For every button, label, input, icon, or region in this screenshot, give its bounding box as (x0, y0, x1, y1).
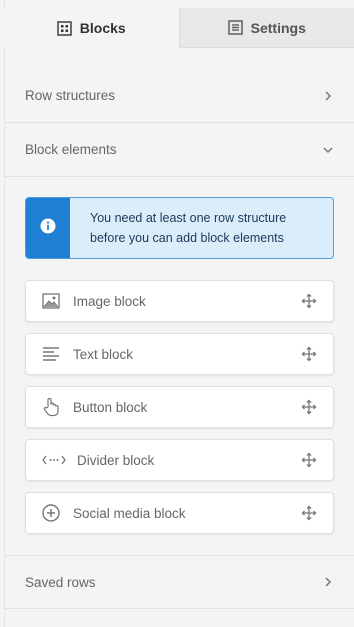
move-icon[interactable] (300, 292, 318, 310)
accordion-block-elements[interactable]: Block elements (4, 123, 354, 177)
accordion-saved-rows-label: Saved rows (25, 574, 96, 590)
tab-blocks[interactable]: Blocks (4, 8, 180, 48)
divider-block-label: Divider block (77, 452, 155, 468)
button-block[interactable]: Button block (25, 386, 334, 428)
move-icon[interactable] (300, 504, 318, 522)
info-icon (40, 218, 56, 239)
accordion-block-elements-label: Block elements (25, 142, 117, 157)
move-icon[interactable] (300, 398, 318, 416)
social-media-block-label: Social media block (73, 505, 186, 521)
info-alert-side (26, 198, 70, 258)
text-block-label: Text block (73, 346, 134, 362)
pointer-icon (41, 397, 61, 417)
accordion-row-structures-label: Row structures (25, 88, 116, 103)
divider-block[interactable]: Divider block (25, 439, 334, 481)
text-block[interactable]: Text block (25, 333, 334, 375)
list-icon (227, 20, 243, 35)
divider-line (4, 608, 354, 609)
info-alert-line-1: You need at least one row structure (90, 211, 287, 225)
tab-blocks-label: Blocks (79, 20, 126, 36)
move-icon[interactable] (300, 451, 318, 469)
info-alert-text: You need at least one row structure befo… (70, 198, 296, 258)
image-icon (41, 291, 61, 311)
info-alert: You need at least one row structure befo… (25, 197, 334, 259)
plus-circle-icon (41, 503, 61, 523)
tab-settings[interactable]: Settings (179, 8, 354, 48)
divider-icon (41, 450, 67, 470)
chevron-right-icon (322, 576, 334, 588)
info-alert-line-2: before you can add block elements (90, 231, 284, 245)
move-icon[interactable] (300, 345, 318, 363)
tab-bar: Blocks Settings (4, 8, 354, 48)
chevron-right-icon (322, 90, 334, 102)
social-media-block[interactable]: Social media block (25, 492, 334, 534)
image-block-label: Image block (73, 293, 146, 309)
accordion-saved-rows[interactable]: Saved rows (4, 555, 354, 609)
accordion-row-structures[interactable]: Row structures (4, 69, 354, 123)
image-block[interactable]: Image block (25, 280, 334, 322)
chevron-down-icon (322, 144, 334, 156)
tab-settings-label: Settings (250, 19, 306, 36)
text-icon (41, 344, 61, 364)
button-block-label: Button block (73, 399, 148, 415)
grid-icon (57, 20, 72, 36)
